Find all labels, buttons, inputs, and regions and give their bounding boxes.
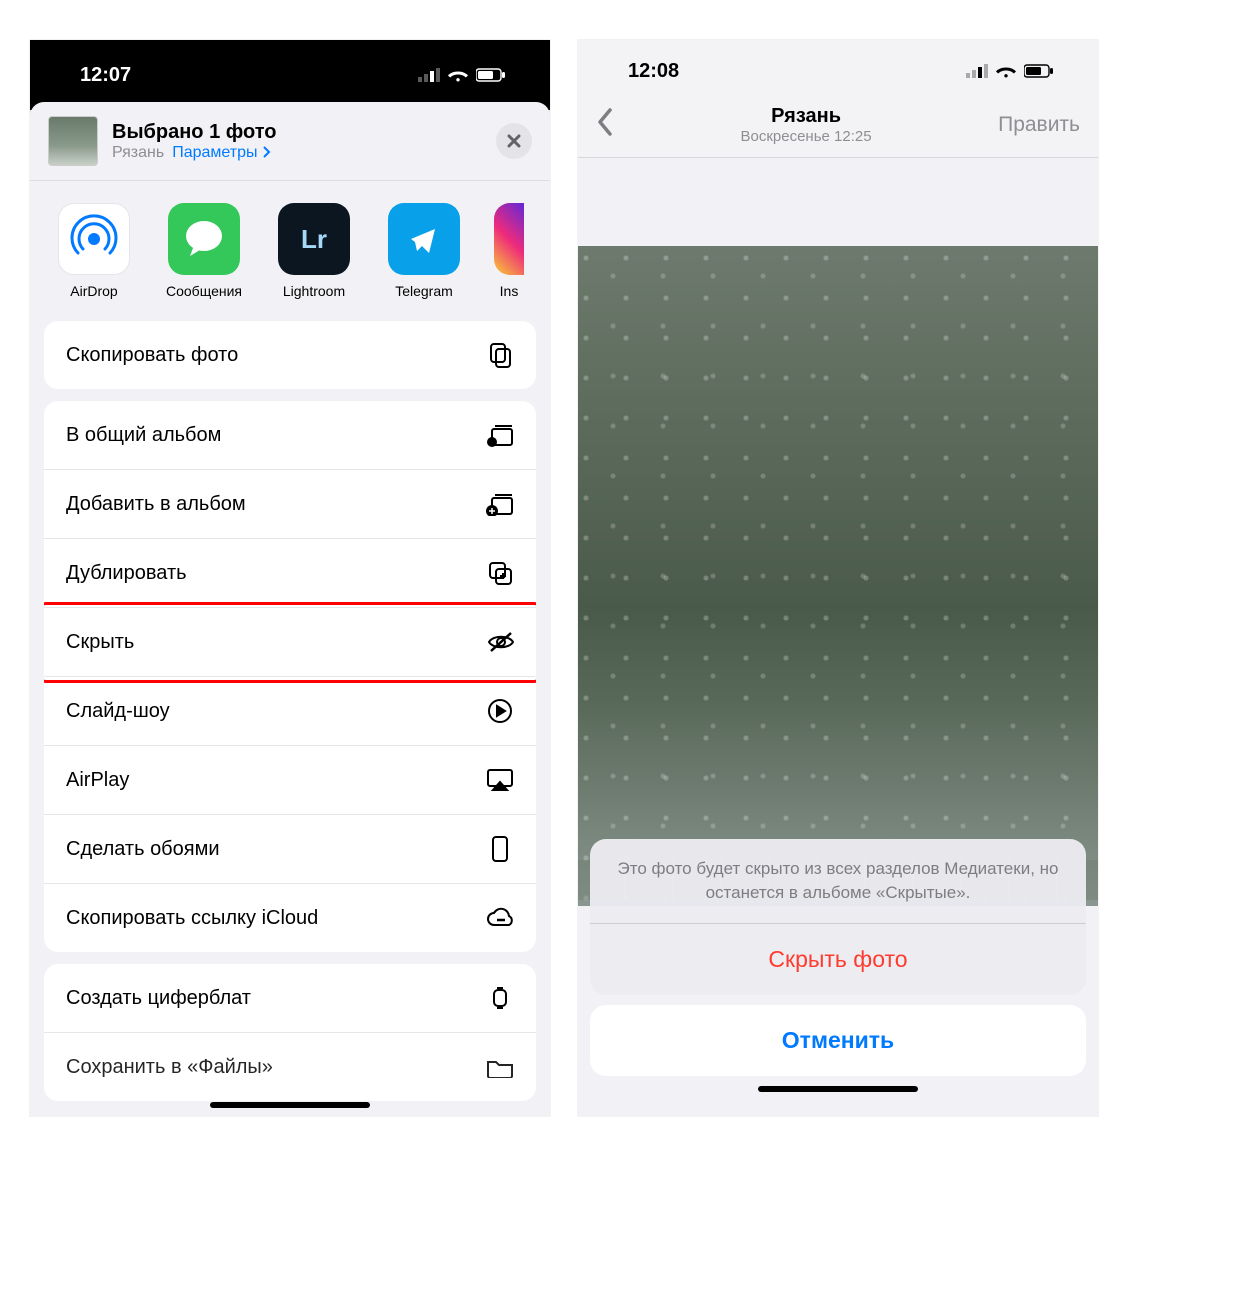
status-icons <box>966 64 1054 78</box>
close-button[interactable] <box>496 123 532 159</box>
nav-title: Рязань <box>614 105 998 128</box>
home-indicator[interactable] <box>758 1086 918 1092</box>
action-wallpaper[interactable]: Сделать обоями <box>44 815 536 884</box>
lightroom-icon: Lr <box>278 203 350 275</box>
action-duplicate[interactable]: Дублировать <box>44 539 536 608</box>
icloud-link-icon <box>486 904 514 932</box>
play-circle-icon <box>486 697 514 725</box>
folder-icon <box>486 1053 514 1081</box>
action-hide[interactable]: Скрыть <box>44 608 536 677</box>
back-button[interactable] <box>596 107 614 143</box>
telegram-icon <box>388 203 460 275</box>
home-indicator[interactable] <box>210 1102 370 1108</box>
status-bar: 12:08 <box>578 58 1098 84</box>
action-copy-photo[interactable]: Скопировать фото <box>44 321 536 389</box>
share-app-telegram[interactable]: Telegram <box>384 203 464 299</box>
share-sheet-screen: 12:07 Выбрано 1 фото Рязань Параметры <box>30 40 550 1116</box>
action-icloud-link[interactable]: Скопировать ссылку iCloud <box>44 884 536 952</box>
status-icons <box>418 68 506 82</box>
airplay-icon <box>486 766 514 794</box>
share-app-label: AirDrop <box>54 283 134 299</box>
share-subtitle-location: Рязань <box>112 144 164 162</box>
action-save-files[interactable]: Сохранить в «Файлы» <box>44 1033 536 1101</box>
hide-icon <box>486 628 514 656</box>
battery-icon <box>476 68 506 82</box>
close-icon <box>506 133 522 149</box>
status-bar: 12:07 <box>30 62 550 88</box>
share-app-airdrop[interactable]: AirDrop <box>54 203 134 299</box>
phone-icon <box>486 835 514 863</box>
cellular-icon <box>966 64 988 78</box>
add-album-icon <box>486 490 514 518</box>
share-app-label: Ins <box>494 283 524 299</box>
share-title: Выбрано 1 фото <box>112 121 482 144</box>
battery-icon <box>1024 64 1054 78</box>
messages-icon <box>168 203 240 275</box>
action-watchface[interactable]: Создать циферблат <box>44 964 536 1033</box>
background-blackbar: 12:07 <box>30 40 550 110</box>
share-header: Выбрано 1 фото Рязань Параметры <box>30 102 550 181</box>
photo-viewer[interactable]: Это фото будет скрыто из всех разделов М… <box>578 158 1098 1100</box>
share-app-label: Telegram <box>384 283 464 299</box>
share-options-link[interactable]: Параметры <box>172 144 272 162</box>
share-app-instagram[interactable]: Ins <box>494 203 524 299</box>
copy-icon <box>486 341 514 369</box>
nav-subtitle: Воскресенье 12:25 <box>614 128 998 145</box>
share-app-label: Сообщения <box>164 283 244 299</box>
shared-album-icon <box>486 421 514 449</box>
confirm-message: Это фото будет скрыто из всех разделов М… <box>590 839 1086 924</box>
cellular-icon <box>418 68 440 82</box>
hide-photo-button[interactable]: Скрыть фото <box>590 924 1086 995</box>
share-sheet: Выбрано 1 фото Рязань Параметры <box>30 102 550 1116</box>
edit-button[interactable]: Править <box>998 113 1080 137</box>
action-slideshow[interactable]: Слайд-шоу <box>44 677 536 746</box>
instagram-icon <box>494 203 524 275</box>
wifi-icon <box>448 68 468 82</box>
status-time: 12:08 <box>628 60 679 83</box>
navigation-bar: 12:08 Рязань Воскресенье 12:25 Править <box>578 40 1098 158</box>
share-app-lightroom[interactable]: Lr Lightroom <box>274 203 354 299</box>
svg-text:Lr: Lr <box>301 224 327 254</box>
airdrop-icon <box>58 203 130 275</box>
share-app-messages[interactable]: Сообщения <box>164 203 244 299</box>
action-add-album[interactable]: Добавить в альбом <box>44 470 536 539</box>
duplicate-icon <box>486 559 514 587</box>
confirm-action-sheet: Это фото будет скрыто из всех разделов М… <box>590 839 1086 1086</box>
wifi-icon <box>996 64 1016 78</box>
chevron-left-icon <box>596 107 614 137</box>
share-apps-row[interactable]: AirDrop Сообщения Lr Lightroom <box>30 181 550 321</box>
photo-confirm-screen: 12:08 Рязань Воскресенье 12:25 Править <box>578 40 1098 1116</box>
selected-thumbnail[interactable] <box>48 116 98 166</box>
action-airplay[interactable]: AirPlay <box>44 746 536 815</box>
watch-icon <box>486 984 514 1012</box>
cancel-button[interactable]: Отменить <box>590 1005 1086 1076</box>
photo-image <box>578 246 1098 906</box>
chevron-right-icon <box>262 146 272 158</box>
action-shared-album[interactable]: В общий альбом <box>44 401 536 470</box>
share-app-label: Lightroom <box>274 283 354 299</box>
status-time: 12:07 <box>80 64 131 87</box>
